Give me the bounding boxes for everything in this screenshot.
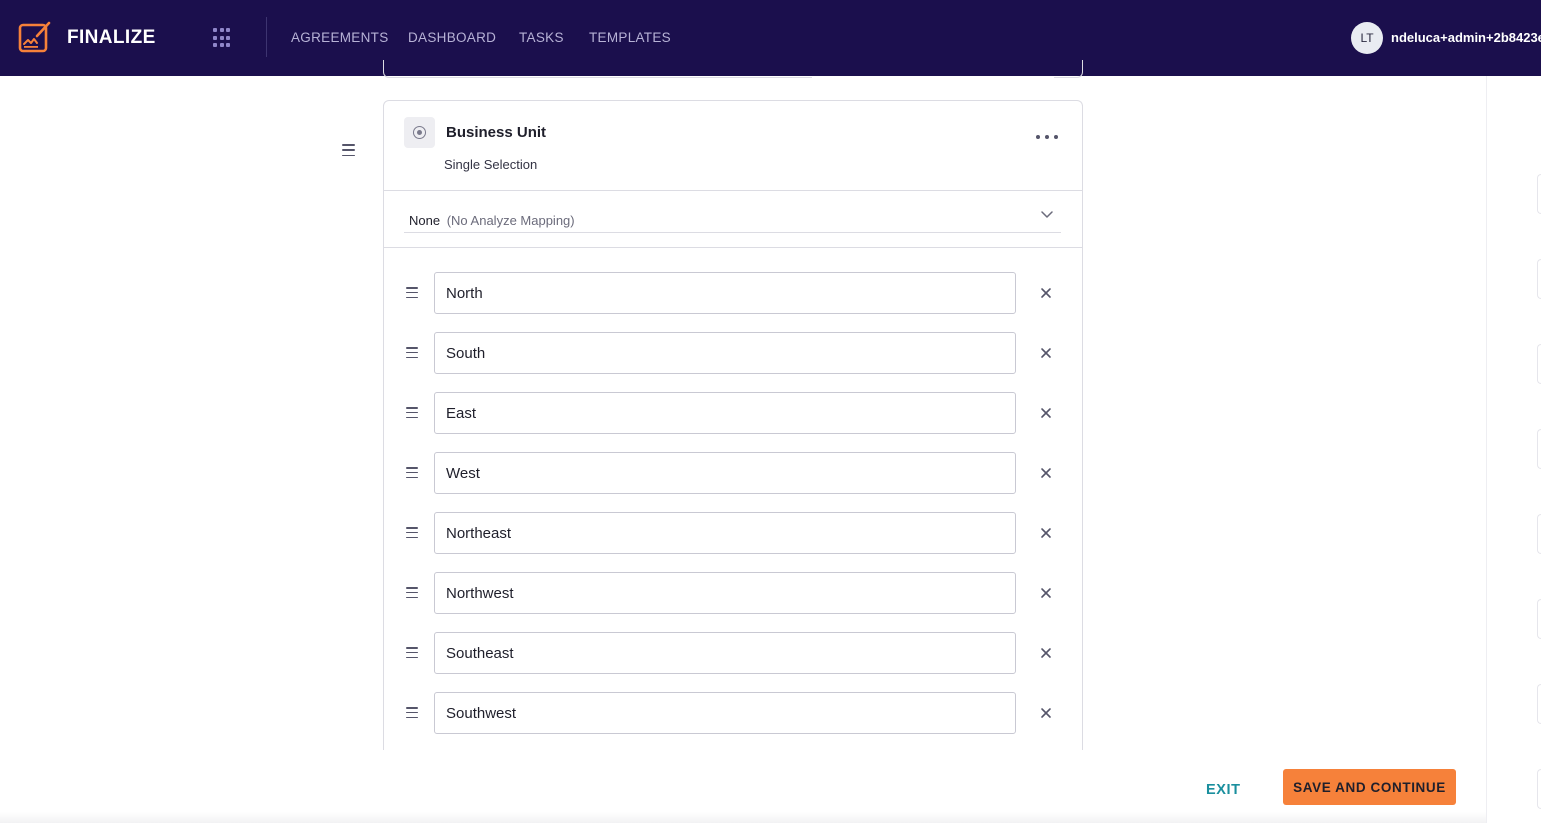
avatar[interactable]: LT — [1351, 22, 1383, 54]
drag-handle-icon[interactable] — [406, 587, 418, 598]
more-options-icon[interactable] — [1036, 128, 1058, 146]
option-input[interactable] — [434, 632, 1016, 674]
mapping-hint: (No Analyze Mapping) — [446, 213, 575, 228]
radio-icon — [413, 126, 426, 139]
analyze-mapping-select[interactable]: None (No Analyze Mapping) — [404, 201, 1061, 233]
finalize-logo-icon[interactable] — [18, 20, 52, 54]
exit-button[interactable]: EXIT — [1206, 782, 1241, 798]
side-panel-tab[interactable] — [1537, 769, 1541, 809]
option-row — [384, 332, 1082, 374]
nav-agreements[interactable]: AGREEMENTS — [291, 30, 389, 45]
drag-handle-icon[interactable] — [406, 467, 418, 478]
field-card: Business Unit Single Selection None (No … — [383, 100, 1083, 750]
drag-handle-icon[interactable] — [406, 287, 418, 298]
option-row — [384, 452, 1082, 494]
mapping-value: None — [409, 213, 441, 228]
side-panel-tab[interactable] — [1537, 514, 1541, 554]
right-side-panel — [1486, 76, 1541, 823]
option-input[interactable] — [434, 332, 1016, 374]
close-icon[interactable] — [1040, 647, 1052, 659]
field-type-label: Single Selection — [444, 157, 538, 172]
option-input[interactable] — [434, 692, 1016, 734]
user-email[interactable]: ndeluca+admin+2b8423e — [1391, 30, 1541, 45]
drag-handle-icon[interactable] — [406, 527, 418, 538]
drag-handle-icon[interactable] — [406, 707, 418, 718]
close-icon[interactable] — [1040, 587, 1052, 599]
drag-handle-icon[interactable] — [406, 647, 418, 658]
option-row — [384, 692, 1082, 734]
side-panel-tab[interactable] — [1537, 429, 1541, 469]
single-selection-type-icon — [404, 117, 435, 148]
apps-grid-icon[interactable] — [213, 28, 233, 48]
side-panel-tab[interactable] — [1537, 344, 1541, 384]
close-icon[interactable] — [1040, 347, 1052, 359]
drag-handle-icon[interactable] — [406, 347, 418, 358]
field-title: Business Unit — [446, 124, 547, 141]
option-input[interactable] — [434, 572, 1016, 614]
nav-dashboard[interactable]: DASHBOARD — [408, 30, 496, 45]
nav-templates[interactable]: TEMPLATES — [589, 30, 671, 45]
save-and-continue-button[interactable]: SAVE AND CONTINUE — [1283, 769, 1456, 805]
option-row — [384, 272, 1082, 314]
divider — [384, 190, 1082, 191]
close-icon[interactable] — [1040, 527, 1052, 539]
option-row — [384, 392, 1082, 434]
close-icon[interactable] — [1040, 707, 1052, 719]
side-panel-tab[interactable] — [1537, 599, 1541, 639]
drag-handle-icon[interactable] — [406, 407, 418, 418]
close-icon[interactable] — [1040, 467, 1052, 479]
field-drag-handle-icon[interactable] — [342, 144, 355, 156]
option-input[interactable] — [434, 392, 1016, 434]
option-row — [384, 632, 1082, 674]
close-icon[interactable] — [1040, 407, 1052, 419]
nav-divider — [266, 17, 267, 57]
option-input[interactable] — [434, 452, 1016, 494]
close-icon[interactable] — [1040, 287, 1052, 299]
side-panel-tab[interactable] — [1537, 259, 1541, 299]
nav-tasks[interactable]: TASKS — [519, 30, 564, 45]
option-input[interactable] — [434, 272, 1016, 314]
option-input[interactable] — [434, 512, 1016, 554]
side-panel-tab[interactable] — [1537, 174, 1541, 214]
brand-name[interactable]: FINALIZE — [67, 27, 156, 49]
option-row — [384, 572, 1082, 614]
option-row — [384, 512, 1082, 554]
side-panel-tab[interactable] — [1537, 684, 1541, 724]
chevron-down-icon — [1041, 211, 1053, 218]
divider — [384, 247, 1082, 248]
